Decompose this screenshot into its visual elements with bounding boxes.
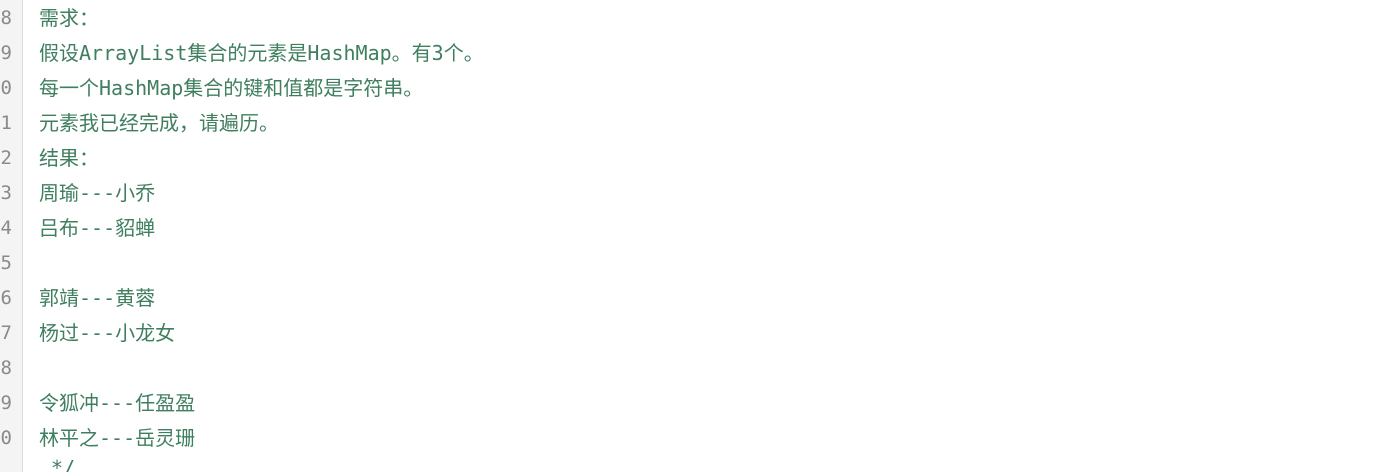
code-line[interactable]: 0 每一个HashMap集合的键和值都是字符串。 [0, 71, 1382, 106]
comment-close[interactable]: */ [39, 451, 75, 472]
comment-text[interactable]: 假设ArrayList集合的元素是HashMap。有3个。 [39, 36, 484, 71]
line-number: 5 [0, 252, 12, 274]
code-line[interactable]: 2 结果： [0, 141, 1382, 176]
line-number: 8 [0, 357, 12, 379]
comment-text[interactable]: 吕布---貂蝉 [39, 211, 155, 246]
line-number: 8 [0, 7, 12, 29]
code-line[interactable]: 5 [0, 246, 1382, 281]
comment-text[interactable]: 杨过---小龙女 [39, 316, 175, 351]
comment-text[interactable]: 周瑜---小乔 [39, 176, 155, 211]
code-line[interactable]: 6 郭靖---黄蓉 [0, 281, 1382, 316]
line-number: 6 [0, 287, 12, 309]
comment-text[interactable]: 每一个HashMap集合的键和值都是字符串。 [39, 71, 423, 106]
code-line[interactable]: 8 需求： [0, 1, 1382, 36]
line-number: 0 [0, 77, 12, 99]
code-line[interactable]: 9 假设ArrayList集合的元素是HashMap。有3个。 [0, 36, 1382, 71]
code-line[interactable]: 4 吕布---貂蝉 [0, 211, 1382, 246]
comment-text[interactable]: 令狐冲---任盈盈 [39, 386, 195, 421]
line-number: 9 [0, 42, 12, 64]
code-line[interactable]: 3 周瑜---小乔 [0, 176, 1382, 211]
line-number: 1 [0, 112, 12, 134]
comment-text[interactable]: 需求： [39, 1, 99, 36]
line-number: 2 [0, 147, 12, 169]
code-line[interactable]: */ [0, 451, 1382, 472]
line-number: 4 [0, 217, 12, 239]
comment-text[interactable]: 郭靖---黄蓉 [39, 281, 155, 316]
line-number: 7 [0, 322, 12, 344]
code-line[interactable]: 1 元素我已经完成，请遍历。 [0, 106, 1382, 141]
line-number [0, 451, 12, 472]
comment-text[interactable]: 元素我已经完成，请遍历。 [39, 106, 279, 141]
line-number: 3 [0, 182, 12, 204]
line-number: 9 [0, 392, 12, 414]
code-editor[interactable]: 8 需求： 9 假设ArrayList集合的元素是HashMap。有3个。 0 … [0, 0, 1382, 472]
code-line[interactable]: 8 [0, 351, 1382, 386]
comment-text[interactable]: 结果： [39, 141, 99, 176]
code-line[interactable]: 9 令狐冲---任盈盈 [0, 386, 1382, 421]
code-line[interactable]: 7 杨过---小龙女 [0, 316, 1382, 351]
